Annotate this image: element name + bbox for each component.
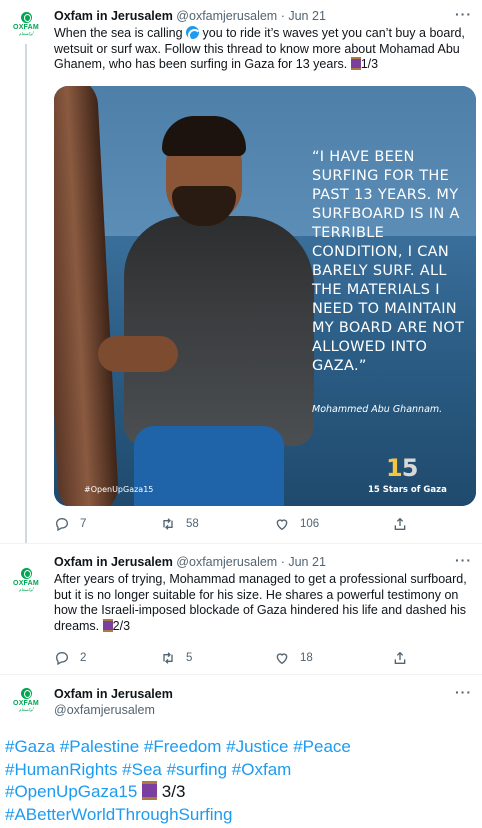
- fifteen-stars-logo: 15: [386, 454, 419, 482]
- header-separator: ·: [280, 555, 285, 569]
- more-options-icon[interactable]: ···: [455, 684, 472, 700]
- hashtag-line[interactable]: #Gaza #Palestine #Freedom #Justice #Peac…: [5, 736, 477, 759]
- tweet-header: Oxfam in Jerusalem @oxfamjerusalem · Jun…: [54, 8, 326, 24]
- tweet-text-part: When the sea is calling: [54, 26, 187, 40]
- tweet-text: When the sea is calling you to ride it’s…: [54, 26, 472, 73]
- oxfam-logo-icon: [20, 12, 32, 23]
- retweet-icon: [163, 518, 173, 530]
- more-options-icon[interactable]: ···: [455, 552, 472, 568]
- like-button[interactable]: 106: [274, 516, 319, 532]
- thread-count: 3/3: [157, 782, 186, 801]
- wave-emoji-icon: [186, 26, 200, 39]
- thread-emoji-icon: [102, 618, 113, 632]
- thread-count: 2/3: [112, 618, 131, 633]
- like-button[interactable]: 18: [274, 650, 313, 666]
- retweet-button[interactable]: 5: [160, 650, 192, 666]
- retweet-icon: [163, 652, 173, 664]
- reply-count: 2: [80, 652, 87, 664]
- avatar[interactable]: OXFAM أوكسفام: [10, 684, 42, 716]
- image-person-hair: [162, 116, 246, 156]
- tweet-hashtags: #Gaza #Palestine #Freedom #Justice #Peac…: [5, 736, 477, 826]
- share-button[interactable]: [392, 650, 408, 666]
- avatar-subtext: أوكسفام: [18, 587, 34, 592]
- image-quote: “I have been surfing for the past 13 yea…: [312, 149, 465, 374]
- tweet-header: Oxfam in Jerusalem @oxfamjerusalem · Jun…: [54, 554, 326, 570]
- thread-line: [25, 44, 27, 544]
- like-count: 18: [300, 652, 313, 664]
- tweet-actions: 2 5 18: [54, 650, 464, 668]
- thread-emoji-icon: [142, 781, 158, 800]
- tweet-image[interactable]: “I have been surfing for the past 13 yea…: [54, 86, 476, 506]
- logo-digit-5: 5: [401, 454, 419, 482]
- tweet-divider: [0, 674, 482, 675]
- reply-button[interactable]: 2: [54, 650, 86, 666]
- tweet-1[interactable]: OXFAM أوكسفام Oxfam in Jerusalem @oxfamj…: [0, 0, 482, 544]
- heart-icon: [276, 653, 288, 665]
- tweet-handle-line: @oxfamjerusalem: [54, 702, 155, 718]
- hashtag-line[interactable]: #HumanRights #Sea #surfing #Oxfam: [5, 759, 477, 782]
- avatar-subtext: أوكسفام: [18, 707, 34, 712]
- fifteen-stars-caption: 15 Stars of Gaza: [368, 485, 447, 495]
- author-handle[interactable]: @oxfamjerusalem: [176, 555, 277, 569]
- author-name[interactable]: Oxfam in Jerusalem: [54, 9, 173, 23]
- tweet-2[interactable]: OXFAM أوكسفام Oxfam in Jerusalem @oxfamj…: [0, 544, 482, 674]
- reply-count: 7: [80, 518, 87, 530]
- hashtag-line-3: #OpenUpGaza15 3/3: [5, 781, 477, 804]
- image-person-shorts: [134, 426, 284, 506]
- hashtag-openupgaza15[interactable]: #OpenUpGaza15: [5, 782, 137, 801]
- retweet-count: 5: [186, 652, 193, 664]
- hashtag-line[interactable]: #ABetterWorldThroughSurfing: [5, 804, 477, 827]
- tweet-header: Oxfam in Jerusalem: [54, 686, 173, 702]
- retweet-button[interactable]: 58: [160, 516, 199, 532]
- share-icon: [394, 517, 406, 530]
- avatar[interactable]: OXFAM أوكسفام: [10, 564, 42, 596]
- tweet-date[interactable]: Jun 21: [288, 9, 326, 23]
- reply-button[interactable]: 7: [54, 516, 86, 532]
- image-hashtag: #OpenUpGaza15: [84, 485, 154, 494]
- logo-digit-1: 1: [386, 454, 403, 482]
- share-icon: [394, 651, 406, 664]
- image-attribution: Mohammed Abu Ghannam.: [312, 404, 443, 415]
- header-separator: ·: [280, 9, 285, 23]
- like-count: 106: [300, 518, 320, 530]
- thread-emoji-icon: [350, 57, 361, 70]
- avatar[interactable]: OXFAM أوكسفام: [10, 8, 42, 40]
- oxfam-logo-icon: [20, 568, 32, 579]
- reply-icon: [55, 517, 69, 532]
- author-name[interactable]: Oxfam in Jerusalem: [54, 555, 173, 569]
- author-name[interactable]: Oxfam in Jerusalem: [54, 687, 173, 701]
- author-handle[interactable]: @oxfamjerusalem: [176, 9, 277, 23]
- share-button[interactable]: [392, 516, 408, 532]
- reply-icon: [55, 651, 69, 666]
- heart-icon: [276, 519, 288, 531]
- image-person-arm: [98, 336, 178, 372]
- thread-count: 1/3: [360, 57, 379, 71]
- tweet-text: After years of trying, Mohammad managed …: [54, 572, 472, 634]
- image-person-body: [124, 216, 314, 446]
- tweet-actions: 7 58 106: [54, 516, 464, 534]
- retweet-count: 58: [186, 518, 199, 530]
- more-options-icon[interactable]: ···: [455, 6, 472, 22]
- author-handle[interactable]: @oxfamjerusalem: [54, 703, 155, 717]
- oxfam-logo-icon: [20, 688, 32, 699]
- avatar-subtext: أوكسفام: [18, 31, 34, 36]
- tweet-date[interactable]: Jun 21: [288, 555, 326, 569]
